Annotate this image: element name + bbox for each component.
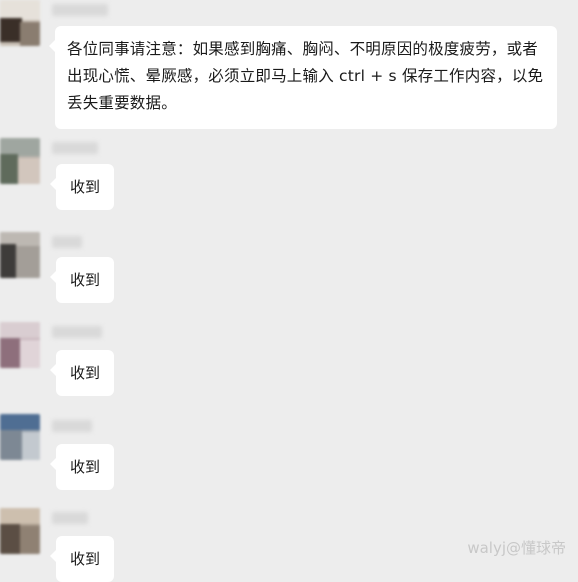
sender-name: [52, 236, 82, 248]
message-bubble[interactable]: 收到: [49, 536, 115, 582]
chat-area: 各位同事请注意：如果感到胸痛、胸闷、不明原因的极度疲劳，或者出现心慌、晕厥感，必…: [0, 0, 578, 582]
sender-name: [52, 142, 98, 154]
sender-name: [52, 326, 102, 338]
avatar[interactable]: [0, 322, 40, 368]
avatar[interactable]: [0, 138, 40, 184]
avatar[interactable]: [0, 508, 40, 554]
message-bubble[interactable]: 收到: [49, 444, 115, 490]
avatar[interactable]: [0, 414, 40, 460]
message-bubble[interactable]: 收到: [49, 350, 115, 396]
message-bubble[interactable]: 收到: [49, 164, 115, 210]
avatar[interactable]: [0, 232, 40, 278]
sender-name: [52, 4, 108, 16]
sender-name: [52, 512, 88, 524]
watermark: walyj@懂球帝: [467, 539, 566, 557]
message-bubble[interactable]: 各位同事请注意：如果感到胸痛、胸闷、不明原因的极度疲劳，或者出现心慌、晕厥感，必…: [49, 26, 557, 129]
avatar[interactable]: [0, 0, 40, 46]
sender-name: [52, 420, 92, 432]
message-bubble[interactable]: 收到: [49, 257, 115, 303]
